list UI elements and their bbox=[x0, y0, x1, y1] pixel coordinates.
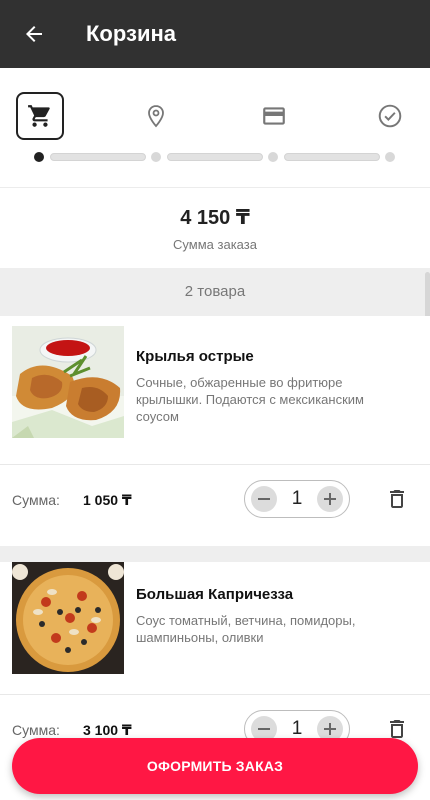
item-image-pizza bbox=[12, 562, 124, 674]
location-pin-icon bbox=[148, 105, 164, 128]
step-progress-bar-2 bbox=[167, 153, 263, 161]
item-sum-label: Сумма: bbox=[12, 722, 60, 738]
arrow-left-icon bbox=[26, 26, 42, 42]
app-bar: Корзина bbox=[0, 0, 430, 68]
step-confirm[interactable] bbox=[366, 92, 414, 140]
step-dot-3 bbox=[268, 152, 278, 162]
item-sum-label: Сумма: bbox=[12, 492, 60, 508]
step-payment[interactable] bbox=[250, 92, 298, 140]
step-address[interactable] bbox=[132, 92, 180, 140]
quantity-value: 1 bbox=[291, 718, 303, 739]
item-image-wings bbox=[12, 326, 124, 438]
item-divider bbox=[0, 464, 430, 465]
decrease-button[interactable] bbox=[251, 486, 277, 512]
step-progress-bar-3 bbox=[284, 153, 380, 161]
minus-icon bbox=[258, 498, 270, 500]
step-cart[interactable] bbox=[16, 92, 64, 140]
step-progress-bar-1 bbox=[50, 153, 146, 161]
item-divider bbox=[0, 694, 430, 695]
items-count: 2 товара bbox=[0, 268, 430, 316]
total-label: Сумма заказа bbox=[173, 237, 257, 252]
credit-card-icon bbox=[263, 107, 285, 125]
item-sum-value: 3 100 ₸ bbox=[83, 722, 132, 738]
minus-icon bbox=[258, 728, 270, 730]
quantity-stepper: 1 bbox=[244, 480, 350, 518]
item-sum-value: 1 050 ₸ bbox=[83, 492, 132, 508]
increase-button[interactable] bbox=[317, 486, 343, 512]
total-amount: 4 150 ₸ bbox=[180, 207, 250, 229]
check-circle-icon bbox=[378, 104, 402, 128]
quantity-value: 1 bbox=[291, 488, 303, 509]
plus-icon bbox=[324, 723, 336, 735]
cart-item: Крылья острые Сочные, обжаренные во фрит… bbox=[0, 316, 430, 546]
plus-icon bbox=[324, 493, 336, 505]
trash-icon[interactable] bbox=[385, 487, 409, 511]
step-dot-2 bbox=[151, 152, 161, 162]
item-description: Сочные, обжаренные во фритюре крылышки. … bbox=[136, 375, 364, 424]
page-title: Корзина bbox=[86, 21, 176, 46]
order-total: 4 150 ₸ Сумма заказа bbox=[0, 188, 430, 268]
step-dot-1 bbox=[34, 152, 44, 162]
item-name: Большая Капричезза bbox=[136, 586, 294, 603]
item-description: Соус томатный, ветчина, помидоры, шампин… bbox=[136, 613, 356, 645]
step-dot-4 bbox=[385, 152, 395, 162]
cart-icon bbox=[28, 105, 50, 127]
item-name: Крылья острые bbox=[136, 348, 254, 365]
back-button[interactable] bbox=[0, 0, 68, 68]
checkout-button[interactable]: ОФОРМИТЬ ЗАКАЗ bbox=[12, 738, 418, 794]
checkout-steps bbox=[0, 68, 430, 188]
